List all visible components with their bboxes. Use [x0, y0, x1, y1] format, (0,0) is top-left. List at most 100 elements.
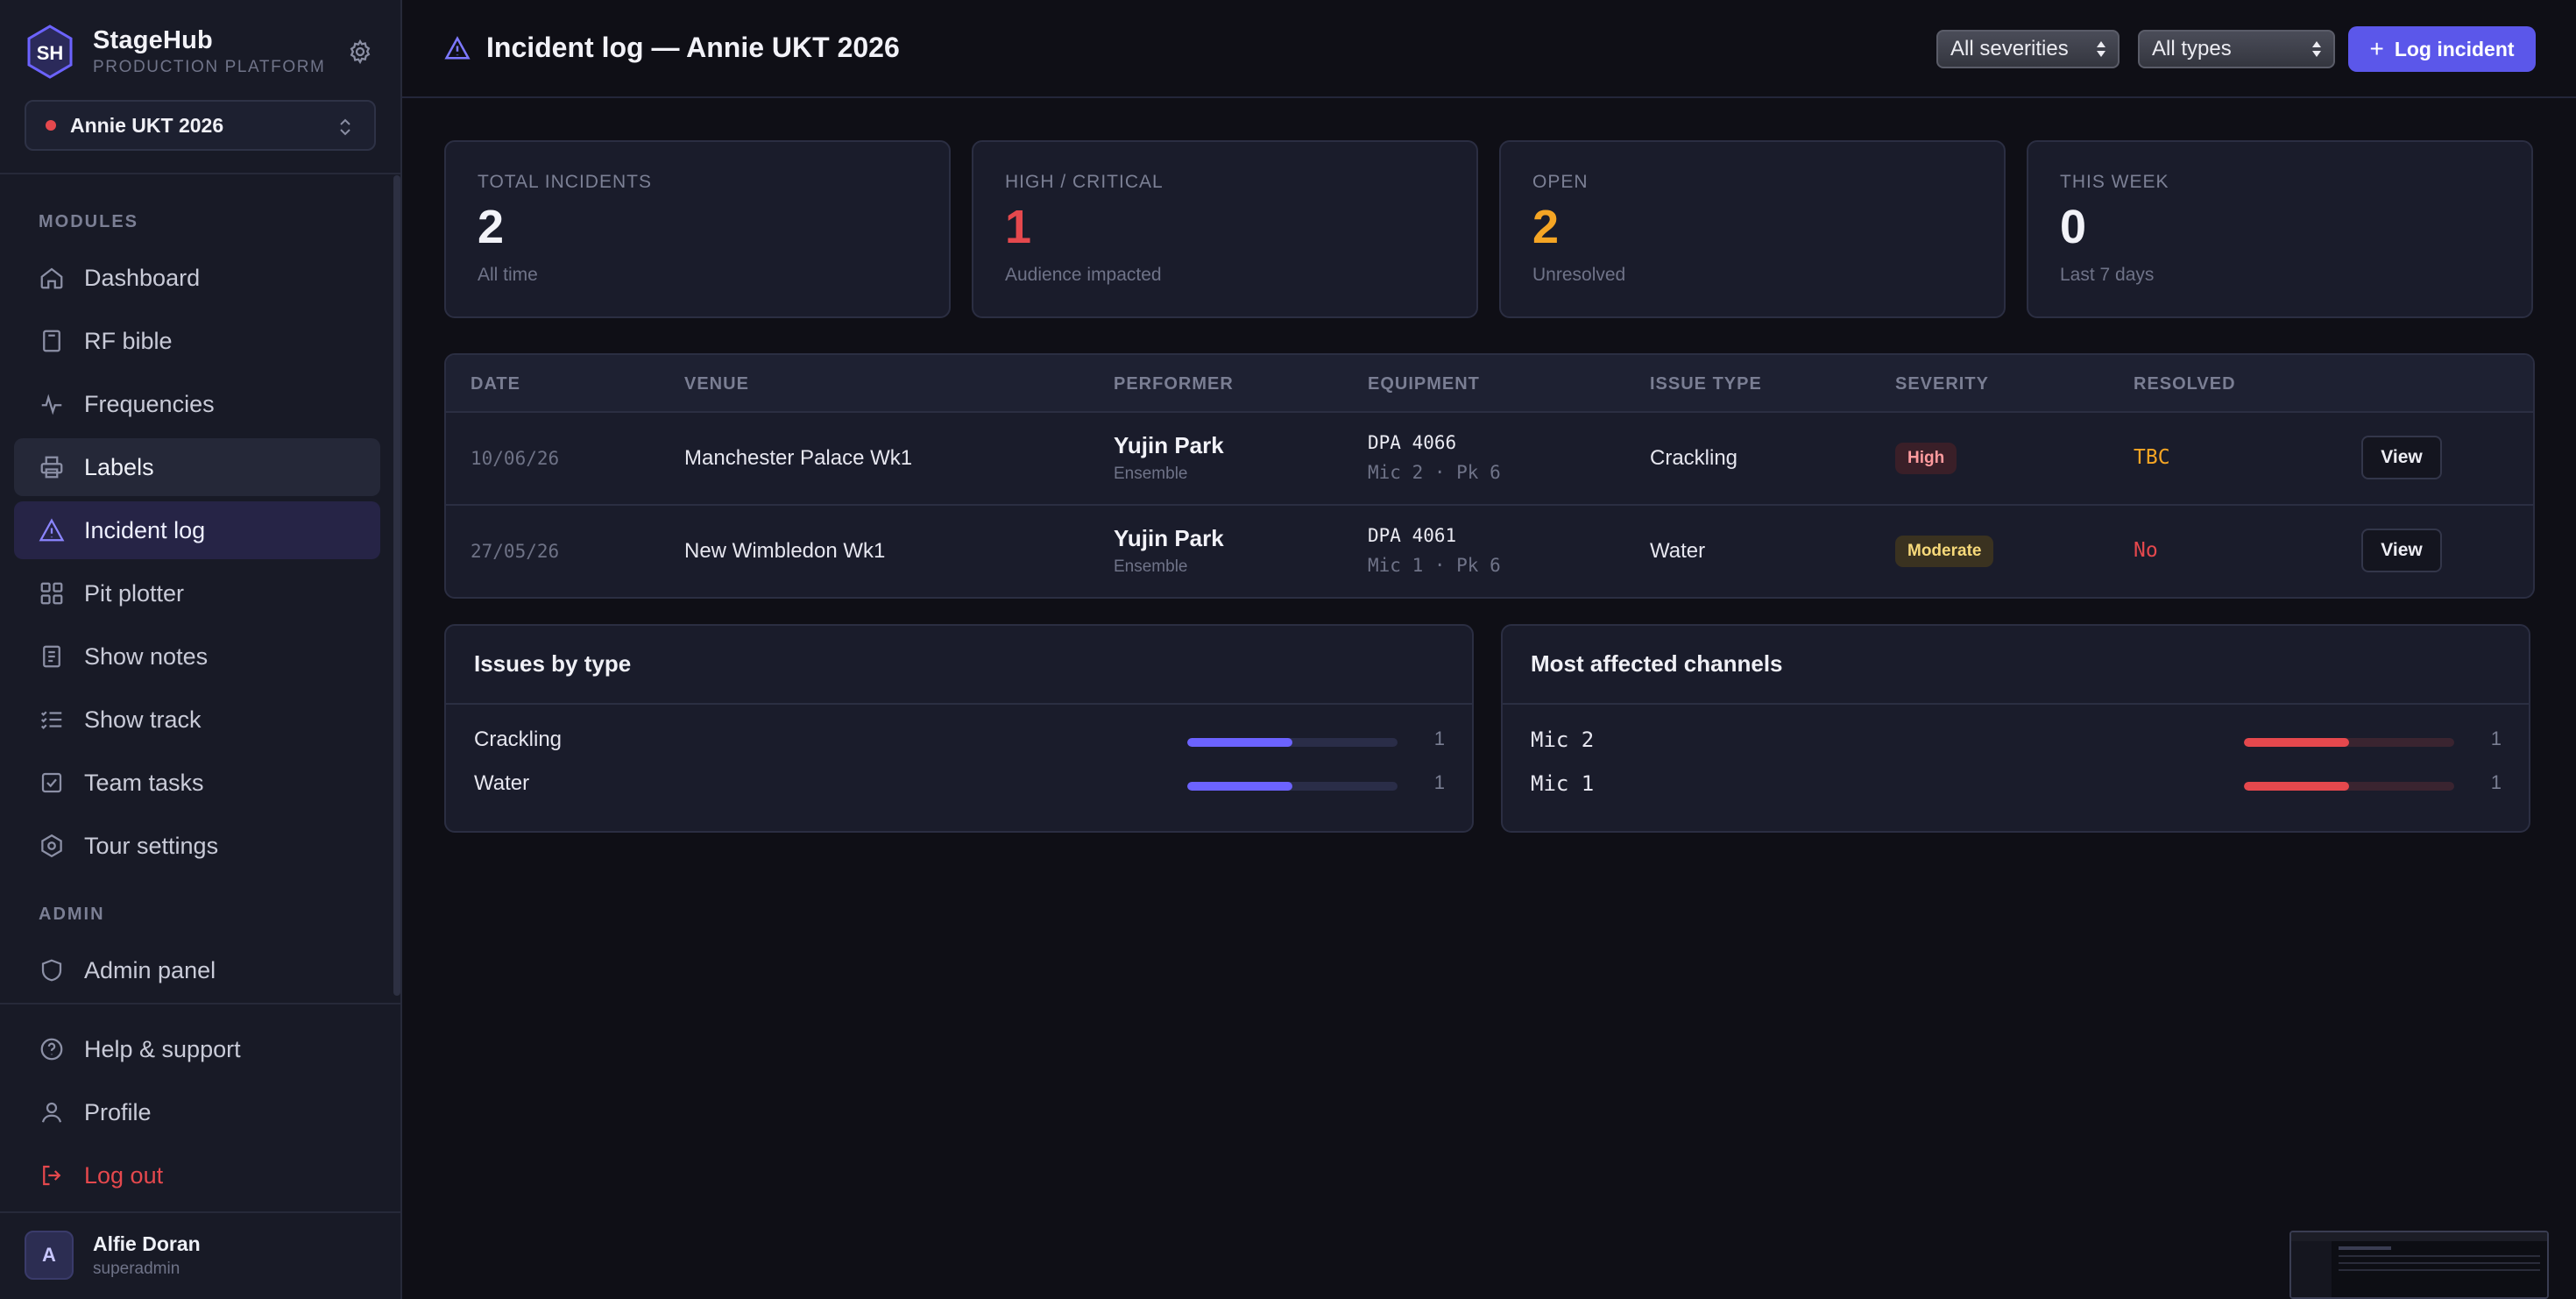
column-header-severity[interactable]: SEVERITY [1895, 374, 1989, 394]
incident-date: 10/06/26 [471, 448, 560, 469]
sidebar-item-label: Frequencies [84, 390, 215, 417]
bar-track [2244, 782, 2454, 791]
type-filter-select[interactable]: All types [2138, 30, 2335, 68]
sidebar-item-logout[interactable]: Log out [14, 1146, 380, 1204]
sidebar-item-tour-settings[interactable]: Tour settings [14, 817, 380, 875]
tour-selector[interactable]: Annie UKT 2026 [25, 100, 376, 151]
panel-title: Issues by type [474, 650, 632, 677]
column-header-date[interactable]: DATE [471, 374, 520, 394]
tour-status-dot [46, 120, 56, 131]
sidebar-item-label: Pit plotter [84, 579, 185, 607]
gear-icon[interactable] [347, 39, 373, 65]
performer-name: Yujin Park [1114, 525, 1224, 551]
sidebar-item-pit-plotter[interactable]: Pit plotter [14, 564, 380, 622]
app-root: SH StageHub PRODUCTION PLATFORM Annie UK… [0, 0, 2576, 1299]
stagehub-logo-icon: SH [27, 25, 73, 79]
select-arrows-icon [2312, 41, 2321, 57]
issue-type: Crackling [1650, 446, 1738, 470]
help-icon [40, 1038, 63, 1061]
sidebar-item-frequencies[interactable]: Frequencies [14, 375, 380, 433]
table-row[interactable]: 27/05/26 New Wimbledon Wk1 Yujin Park En… [446, 506, 2533, 597]
resolved-status: No [2134, 539, 2158, 562]
sidebar-item-labels[interactable]: Labels [14, 438, 380, 496]
bar-label: Mic 2 [1531, 728, 1595, 752]
bar-count: 1 [1433, 771, 1445, 793]
sidebar-item-label: Help & support [84, 1035, 241, 1062]
sidebar-divider [0, 173, 400, 174]
table-header: DATE VENUE PERFORMER EQUIPMENT ISSUE TYP… [446, 355, 2533, 413]
column-header-performer[interactable]: PERFORMER [1114, 374, 1234, 394]
bar-fill [1187, 782, 1292, 791]
column-header-venue[interactable]: VENUE [684, 374, 749, 394]
column-header-issue-type[interactable]: ISSUE TYPE [1650, 374, 1762, 394]
bar-track [2244, 738, 2454, 747]
user-profile[interactable]: A Alfie Doran superadmin [25, 1231, 201, 1280]
resolved-status: TBC [2134, 446, 2170, 469]
view-incident-button[interactable]: View [2361, 529, 2442, 572]
most-affected-channels-panel: Most affected channels Mic 2 1 Mic 1 1 [1501, 624, 2530, 833]
stat-card-high-critical: HIGH / CRITICAL 1 Audience impacted [972, 140, 1478, 318]
performer-group: Ensemble [1114, 465, 1188, 483]
severity-filter-select[interactable]: All severities [1936, 30, 2120, 68]
stat-value: 0 [2060, 201, 2087, 253]
performer-group: Ensemble [1114, 557, 1188, 576]
settings-icon [41, 834, 62, 858]
bar-label: Water [474, 771, 530, 795]
sidebar-divider [0, 1211, 400, 1213]
brand[interactable]: SH StageHub PRODUCTION PLATFORM [26, 25, 325, 79]
sidebar-item-label: Team tasks [84, 769, 204, 796]
checkbox-icon [41, 772, 62, 793]
table-row[interactable]: 10/06/26 Manchester Palace Wk1 Yujin Par… [446, 413, 2533, 506]
incident-date: 27/05/26 [471, 541, 560, 562]
issue-type: Water [1650, 539, 1706, 563]
plus-icon: + [2369, 35, 2384, 62]
bar-fill [1187, 738, 1292, 747]
incident-venue: New Wimbledon Wk1 [684, 539, 886, 563]
brand-name: StageHub [93, 26, 213, 54]
severity-badge: Moderate [1895, 536, 1994, 567]
log-incident-button[interactable]: + Log incident [2348, 26, 2536, 72]
screenshot-thumbnail[interactable] [2289, 1231, 2549, 1299]
incident-venue: Manchester Palace Wk1 [684, 446, 913, 470]
svg-text:SH: SH [37, 42, 64, 64]
sidebar-item-admin-panel[interactable]: Admin panel [14, 941, 380, 999]
page-title: Incident log — Annie UKT 2026 [486, 32, 900, 63]
equipment-model: DPA 4066 [1368, 432, 1457, 453]
grid-icon [40, 582, 63, 605]
logout-icon [43, 1165, 61, 1186]
notes-icon [43, 645, 60, 668]
user-role: superadmin [93, 1259, 180, 1278]
sidebar-item-profile[interactable]: Profile [14, 1083, 380, 1141]
stat-value: 2 [1532, 201, 1560, 253]
issue-type-bar-row: Water 1 [474, 768, 1445, 799]
sidebar-item-label: Labels [84, 453, 154, 480]
sidebar-item-team-tasks[interactable]: Team tasks [14, 754, 380, 812]
column-header-resolved[interactable]: RESOLVED [2134, 374, 2236, 394]
thumbnail-preview [2291, 1232, 2547, 1297]
issues-by-type-panel: Issues by type Crackling 1 Water 1 [444, 624, 1474, 833]
performer-name: Yujin Park [1114, 432, 1224, 458]
sidebar-item-label: Profile [84, 1098, 152, 1125]
column-header-equipment[interactable]: EQUIPMENT [1368, 374, 1480, 394]
sidebar-item-dashboard[interactable]: Dashboard [14, 249, 380, 307]
bar-count: 1 [2490, 728, 2502, 749]
list-check-icon [40, 711, 62, 729]
bar-count: 1 [2490, 771, 2502, 793]
equipment-model: DPA 4061 [1368, 525, 1457, 546]
bar-fill [2244, 738, 2349, 747]
stat-card-total: TOTAL INCIDENTS 2 All time [444, 140, 951, 318]
channel-bar-row: Mic 2 1 [1531, 724, 2502, 756]
view-incident-button[interactable]: View [2361, 436, 2442, 479]
sidebar-item-show-track[interactable]: Show track [14, 691, 380, 749]
chevron-up-down-icon [340, 118, 350, 136]
printer-icon [40, 456, 63, 479]
bar-track [1187, 782, 1398, 791]
sidebar-item-help[interactable]: Help & support [14, 1020, 380, 1078]
sidebar-scrollbar[interactable] [393, 175, 400, 996]
sidebar-item-incident-log[interactable]: Incident log [14, 501, 380, 559]
shield-icon [41, 959, 62, 982]
sidebar-item-show-notes[interactable]: Show notes [14, 628, 380, 685]
sidebar-item-rf-bible[interactable]: RF bible [14, 312, 380, 370]
bar-label: Crackling [474, 728, 563, 751]
bar-track [1187, 738, 1398, 747]
